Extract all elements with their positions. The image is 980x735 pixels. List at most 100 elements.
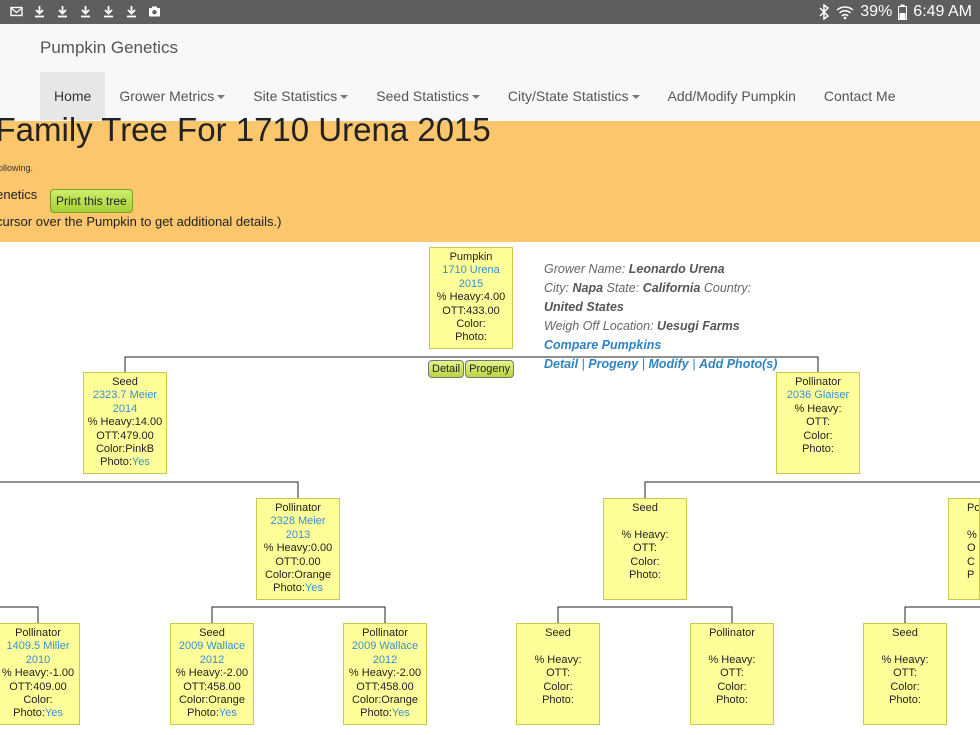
nav-site-statistics-label: Site Statistics bbox=[253, 88, 338, 104]
tree-node-gen4-pollinator-c[interactable]: Pollinator 2009 Wallace 2012 % Heavy:-2.… bbox=[343, 623, 427, 725]
node-photo-label: Photo: bbox=[100, 456, 132, 469]
node-photo: Photo: bbox=[864, 694, 946, 707]
battery-percent: 39% bbox=[860, 3, 893, 20]
node-heavy: % Heavy:0.00 bbox=[263, 542, 333, 555]
tree-node-gen4-seed-b[interactable]: Seed 2009 Wallace 2012 % Heavy:-2.00 OTT… bbox=[170, 623, 254, 725]
banner-hint: cursor over the Pumpkin to get additiona… bbox=[0, 214, 282, 229]
caret-down-icon bbox=[340, 95, 349, 100]
node-name-link[interactable]: 2009 Wallace bbox=[344, 640, 426, 653]
node-name-link[interactable]: 2036 Glaiser bbox=[777, 389, 859, 402]
node-name-empty bbox=[864, 640, 946, 653]
nav-add-modify-pumpkin[interactable]: Add/Modify Pumpkin bbox=[654, 72, 810, 120]
tree-node-gen3-seed[interactable]: Seed % Heavy: OTT: Color: Photo: bbox=[603, 498, 687, 600]
tree-node-gen3-pollinator-cut[interactable]: Po % O C P bbox=[948, 498, 980, 600]
link-separator: | bbox=[688, 357, 699, 371]
node-photo-label: P bbox=[967, 568, 975, 581]
node-heavy: % Heavy: bbox=[534, 653, 582, 666]
node-name-link[interactable]: 1710 Urena bbox=[430, 264, 512, 277]
brand-link[interactable]: Pumpkin Genetics bbox=[40, 38, 178, 58]
nav-contact-me[interactable]: Contact Me bbox=[810, 72, 910, 120]
download-icon bbox=[127, 6, 136, 18]
node-ott: O bbox=[967, 542, 976, 555]
tree-node-gen4-pollinator-e[interactable]: Pollinator % Heavy: OTT: Color: Photo: bbox=[690, 623, 774, 725]
node-photo-link[interactable]: Yes bbox=[219, 707, 237, 719]
progeny-link[interactable]: Progeny bbox=[588, 357, 638, 371]
node-name-link[interactable]: 1409.5 Miller bbox=[0, 640, 79, 653]
node-ott: OTT: bbox=[546, 667, 570, 680]
node-ott: OTT:0.00 bbox=[275, 555, 321, 568]
progeny-button[interactable]: Progeny bbox=[465, 360, 515, 378]
detail-button[interactable]: Detail bbox=[428, 360, 465, 378]
nav-grower-metrics-label: Grower Metrics bbox=[119, 88, 215, 104]
node-name-empty bbox=[691, 640, 773, 653]
node-year[interactable]: 2012 bbox=[171, 654, 253, 667]
nav-seed-statistics-label: Seed Statistics bbox=[376, 88, 469, 104]
city-value: Napa bbox=[572, 281, 604, 295]
node-type: Pollinator bbox=[15, 627, 61, 639]
modify-link[interactable]: Modify bbox=[648, 357, 688, 371]
node-photo-link[interactable]: Yes bbox=[305, 582, 323, 594]
print-tree-button[interactable]: Print this tree bbox=[50, 189, 133, 213]
node-photo: Photo: bbox=[691, 694, 773, 707]
info-location: City: Napa State: California Country: Un… bbox=[544, 279, 784, 317]
node-type: Seed bbox=[112, 376, 138, 388]
detail-link[interactable]: Detail bbox=[544, 357, 578, 371]
add-photos-link[interactable]: Add Photo(s) bbox=[699, 357, 777, 371]
node-color: Color:PinkB bbox=[95, 442, 155, 455]
header-banner: n Family Tree For 1710 Urena 2015 e foll… bbox=[0, 111, 980, 242]
state-label: State: bbox=[606, 281, 640, 295]
tree-node-root[interactable]: Pumpkin 1710 Urena 2015 % Heavy:4.00 OTT… bbox=[429, 247, 513, 349]
node-heavy: % Heavy: bbox=[794, 402, 842, 415]
node-name-link[interactable]: 2323.7 Meier bbox=[84, 389, 166, 402]
node-type: Pumpkin bbox=[449, 251, 493, 263]
clock: 6:49 AM bbox=[913, 3, 972, 20]
node-photo: Photo:Yes bbox=[344, 707, 426, 720]
node-photo: Photo:Yes bbox=[171, 707, 253, 720]
node-name-empty bbox=[517, 640, 599, 653]
root-actions: Detail Progeny bbox=[428, 360, 515, 378]
tree-node-gen4-seed-d[interactable]: Seed % Heavy: OTT: Color: Photo: bbox=[516, 623, 600, 725]
node-photo-link[interactable]: Yes bbox=[45, 707, 63, 719]
link-separator: | bbox=[638, 357, 649, 371]
node-photo-link[interactable]: Yes bbox=[132, 456, 150, 468]
node-photo-label: Photo: bbox=[455, 331, 487, 344]
tree-node-gen4-pollinator-a[interactable]: Pollinator 1409.5 Miller 2010 % Heavy:-1… bbox=[0, 623, 80, 725]
node-color: Color: bbox=[803, 429, 833, 442]
node-photo-label: Photo: bbox=[187, 707, 219, 720]
node-name-link[interactable]: 2009 Wallace bbox=[171, 640, 253, 653]
country-label: Country: bbox=[703, 281, 752, 295]
caret-down-icon bbox=[471, 95, 480, 100]
node-heavy: % Heavy:-2.00 bbox=[175, 667, 249, 680]
node-type: Pollinator bbox=[795, 376, 841, 388]
tree-node-seed-parent[interactable]: Seed 2323.7 Meier 2014 % Heavy:14.00 OTT… bbox=[83, 372, 167, 474]
node-heavy: % Heavy: bbox=[708, 653, 756, 666]
node-photo: Photo: bbox=[604, 569, 686, 582]
tree-node-gen3-pollinator[interactable]: Pollinator 2328 Meier 2013 % Heavy:0.00 … bbox=[256, 498, 340, 600]
node-color: Color: bbox=[630, 555, 660, 568]
nav-city-state-statistics[interactable]: City/State Statistics bbox=[494, 72, 654, 120]
tree-node-gen4-seed-f[interactable]: Seed % Heavy: OTT: Color: Photo: bbox=[863, 623, 947, 725]
node-color: Color:Orange bbox=[264, 568, 332, 581]
compare-pumpkins-link[interactable]: Compare Pumpkins bbox=[544, 338, 661, 352]
node-year[interactable]: 2010 bbox=[0, 654, 79, 667]
node-ott: OTT:458.00 bbox=[356, 680, 414, 693]
node-photo-label: Photo: bbox=[360, 707, 392, 720]
weighoff-value: Uesugi Farms bbox=[657, 319, 740, 333]
node-photo: Photo: bbox=[777, 443, 859, 456]
node-year[interactable]: 2014 bbox=[84, 403, 166, 416]
wifi-icon bbox=[836, 6, 854, 20]
node-heavy: % bbox=[967, 528, 977, 541]
node-color: Color: bbox=[890, 680, 920, 693]
node-year[interactable]: 2013 bbox=[257, 529, 339, 542]
node-year[interactable]: 2015 bbox=[430, 278, 512, 291]
nav-add-modify-label: Add/Modify Pumpkin bbox=[667, 88, 796, 104]
node-photo-link[interactable]: Yes bbox=[392, 707, 410, 719]
node-ott: OTT:479.00 bbox=[96, 429, 154, 442]
tree-node-pollinator-parent[interactable]: Pollinator 2036 Glaiser % Heavy: OTT: Co… bbox=[776, 372, 860, 474]
node-name-link[interactable]: 2328 Meier bbox=[257, 515, 339, 528]
node-year[interactable]: 2012 bbox=[344, 654, 426, 667]
node-photo-label: Photo: bbox=[802, 442, 834, 455]
node-ott: OTT: bbox=[806, 416, 830, 429]
node-type: Pollinator bbox=[709, 627, 755, 639]
top-navbar: Pumpkin Genetics Home Grower Metrics Sit… bbox=[0, 24, 980, 122]
